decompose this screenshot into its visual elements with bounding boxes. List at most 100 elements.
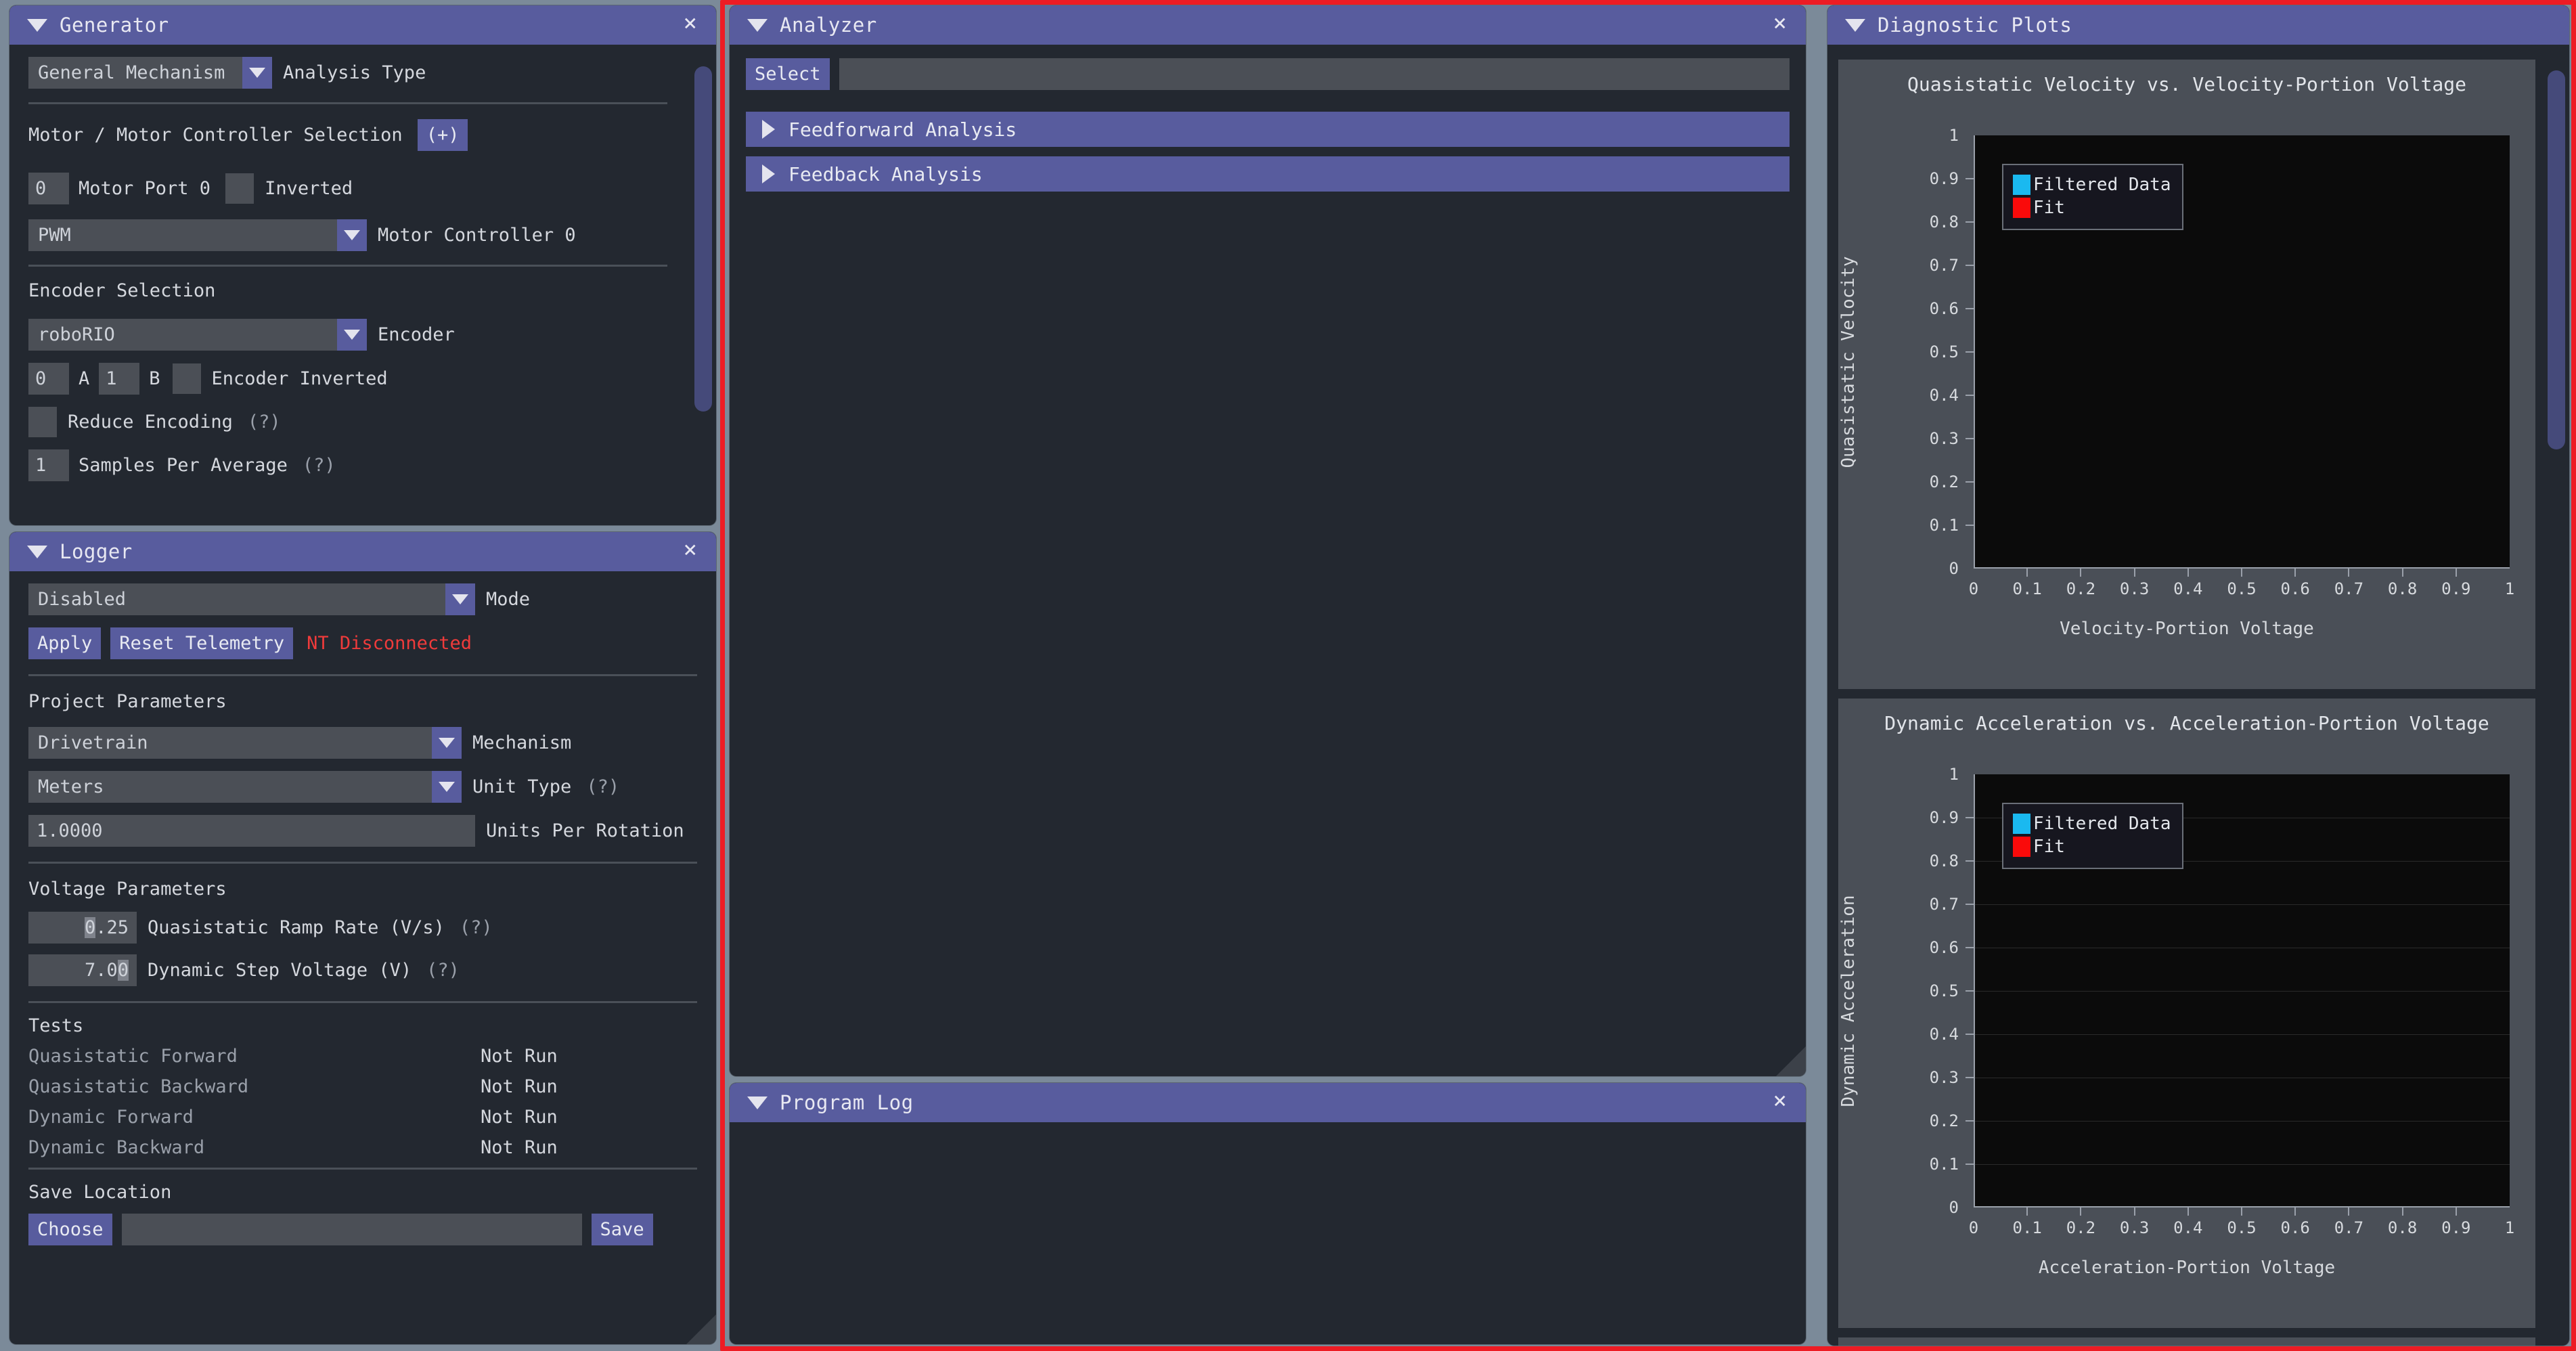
quasistatic-ramp-rate-input[interactable]: 0.25 bbox=[28, 912, 137, 944]
quasistatic-ramp-rate-rest: .25 bbox=[95, 917, 129, 938]
y-axis-tick-mark bbox=[1966, 221, 1974, 223]
diagnostic-plots-scrollbar[interactable] bbox=[2548, 51, 2565, 1339]
chart-dynamic-acceleration[interactable]: Dynamic Acceleration vs. Acceleration-Po… bbox=[1838, 699, 2535, 1328]
y-axis-tick-mark bbox=[1966, 525, 1974, 526]
logger-mode-select[interactable]: Disabled bbox=[28, 583, 475, 615]
y-axis-tick-label: 0 bbox=[1949, 1198, 1959, 1217]
chevron-down-icon[interactable] bbox=[337, 319, 367, 351]
x-axis-tick-mark bbox=[2348, 569, 2350, 577]
encoder-inverted-checkbox[interactable] bbox=[172, 363, 201, 394]
encoder-label: Encoder bbox=[378, 324, 455, 345]
analyzer-window[interactable]: Analyzer × Select Feedforward Analysis Fe… bbox=[730, 5, 1806, 1076]
scrollbar-thumb[interactable] bbox=[2548, 70, 2565, 449]
chevron-down-icon[interactable] bbox=[445, 583, 475, 615]
dynamic-step-voltage-selected-suffix: 0 bbox=[117, 960, 129, 981]
units-per-rotation-input[interactable]: 1.0000 bbox=[28, 815, 475, 847]
unit-type-select[interactable]: Meters bbox=[28, 771, 462, 803]
expand-triangle-icon[interactable] bbox=[762, 120, 775, 139]
collapse-triangle-icon[interactable] bbox=[747, 18, 768, 32]
x-axis-tick-mark bbox=[2241, 1208, 2242, 1216]
encoder-port-a-input[interactable]: 0 bbox=[28, 363, 69, 395]
generator-titlebar[interactable]: Generator × bbox=[9, 5, 716, 45]
unit-type-help-icon[interactable]: (?) bbox=[586, 776, 619, 797]
chevron-down-icon[interactable] bbox=[432, 727, 462, 759]
quasistatic-ramp-rate-help-icon[interactable]: (?) bbox=[460, 917, 493, 938]
encoder-row: roboRIO Encoder bbox=[28, 319, 667, 351]
analyzer-file-path-input[interactable] bbox=[839, 58, 1790, 90]
collapse-triangle-icon[interactable] bbox=[27, 18, 47, 32]
y-axis-tick-label: 0.3 bbox=[1929, 429, 1959, 448]
encoder-select[interactable]: roboRIO bbox=[28, 319, 367, 351]
choose-button[interactable]: Choose bbox=[28, 1214, 112, 1245]
reduce-encoding-help-icon[interactable]: (?) bbox=[248, 412, 281, 433]
scrollbar-thumb[interactable] bbox=[694, 66, 712, 412]
save-button[interactable]: Save bbox=[591, 1214, 653, 1245]
collapse-triangle-icon[interactable] bbox=[747, 1096, 768, 1109]
close-icon[interactable]: × bbox=[1769, 12, 1791, 39]
collapse-triangle-icon[interactable] bbox=[27, 545, 47, 558]
samples-per-average-input[interactable]: 1 bbox=[28, 449, 69, 481]
reduce-encoding-checkbox[interactable] bbox=[28, 407, 57, 437]
chevron-down-icon[interactable] bbox=[242, 57, 272, 89]
close-icon[interactable]: × bbox=[1769, 1089, 1791, 1116]
close-icon[interactable]: × bbox=[680, 538, 701, 565]
dynamic-step-voltage-row: 7.0 0 Dynamic Step Voltage (V) (?) bbox=[28, 954, 697, 986]
program-log-titlebar[interactable]: Program Log × bbox=[730, 1083, 1806, 1122]
diagnostic-plots-window[interactable]: Diagnostic Plots Quasistatic Velocity vs… bbox=[1827, 5, 2569, 1346]
samples-per-average-help-icon[interactable]: (?) bbox=[303, 455, 336, 476]
legend-color-swatch bbox=[2013, 175, 2030, 195]
chevron-down-icon[interactable] bbox=[432, 771, 462, 803]
encoder-ports-row: 0 A 1 B Encoder Inverted bbox=[28, 363, 667, 395]
reset-telemetry-button[interactable]: Reset Telemetry bbox=[110, 627, 294, 659]
chart-gridline bbox=[1975, 1034, 2510, 1035]
expand-triangle-icon[interactable] bbox=[762, 164, 775, 183]
program-log-window[interactable]: Program Log × bbox=[730, 1083, 1806, 1344]
logger-window[interactable]: Logger × Disabled Mode Apply Reset Telem… bbox=[9, 532, 716, 1344]
apply-button[interactable]: Apply bbox=[28, 627, 102, 659]
diagnostic-plots-titlebar[interactable]: Diagnostic Plots bbox=[1827, 5, 2569, 45]
encoder-port-a-label: A bbox=[79, 368, 90, 389]
chevron-down-icon[interactable] bbox=[337, 219, 367, 251]
chart-quasistatic-velocity[interactable]: Quasistatic Velocity vs. Velocity-Portio… bbox=[1838, 60, 2535, 689]
analyzer-titlebar[interactable]: Analyzer × bbox=[730, 5, 1806, 45]
collapse-triangle-icon[interactable] bbox=[1845, 18, 1865, 32]
y-axis-tick-label: 0.9 bbox=[1929, 169, 1959, 188]
unit-type-row: Meters Unit Type (?) bbox=[28, 771, 697, 803]
analyzer-section-header[interactable]: Feedforward Analysis bbox=[746, 112, 1790, 147]
encoder-port-b-input[interactable]: 1 bbox=[99, 363, 140, 395]
x-axis-tick-mark bbox=[2080, 1208, 2082, 1216]
legend-label: Filtered Data bbox=[2033, 175, 2171, 195]
divider bbox=[28, 1001, 697, 1003]
generator-window[interactable]: Generator × General Mechanism Analysis T… bbox=[9, 5, 716, 525]
motor-inverted-checkbox[interactable] bbox=[225, 173, 254, 204]
close-icon[interactable]: × bbox=[680, 12, 701, 39]
x-axis-tick-label: 0 bbox=[1968, 579, 1979, 598]
motor-port-input[interactable]: 0 bbox=[28, 173, 69, 204]
logger-titlebar[interactable]: Logger × bbox=[9, 532, 716, 571]
resize-grip[interactable] bbox=[686, 1314, 716, 1344]
x-axis-tick-mark bbox=[2294, 569, 2296, 577]
project-parameters-heading: Project Parameters bbox=[28, 691, 227, 712]
generator-scrollbar[interactable] bbox=[694, 51, 712, 518]
analyzer-section-header[interactable]: Feedback Analysis bbox=[746, 156, 1790, 192]
mechanism-select[interactable]: Drivetrain bbox=[28, 727, 462, 759]
x-axis-tick-mark bbox=[2348, 1208, 2350, 1216]
resize-grip[interactable] bbox=[1776, 1046, 1806, 1076]
x-axis-tick-label: 0.4 bbox=[2173, 1218, 2203, 1237]
divider bbox=[28, 102, 667, 104]
motor-controller-value: PWM bbox=[38, 225, 71, 246]
add-motor-button[interactable]: (+) bbox=[417, 119, 468, 151]
analysis-type-select[interactable]: General Mechanism bbox=[28, 57, 272, 89]
motor-controller-select[interactable]: PWM bbox=[28, 219, 367, 251]
dynamic-step-voltage-input[interactable]: 7.0 0 bbox=[28, 954, 137, 986]
test-name: Dynamic Backward bbox=[28, 1137, 205, 1158]
mechanism-row: Drivetrain Mechanism bbox=[28, 727, 697, 759]
save-path-input[interactable] bbox=[121, 1214, 582, 1245]
select-file-button[interactable]: Select bbox=[746, 58, 830, 90]
y-axis-tick-mark bbox=[1966, 351, 1974, 353]
y-axis-tick-label: 0.7 bbox=[1929, 256, 1959, 275]
motor-port-row: 0 Motor Port 0 Inverted bbox=[28, 173, 667, 204]
program-log-title: Program Log bbox=[780, 1091, 914, 1114]
dynamic-step-voltage-help-icon[interactable]: (?) bbox=[426, 960, 460, 981]
chart-quasistatic-velocity-vs-time[interactable]: Quasistatic Velocity vs. Time bbox=[1838, 1337, 2535, 1346]
